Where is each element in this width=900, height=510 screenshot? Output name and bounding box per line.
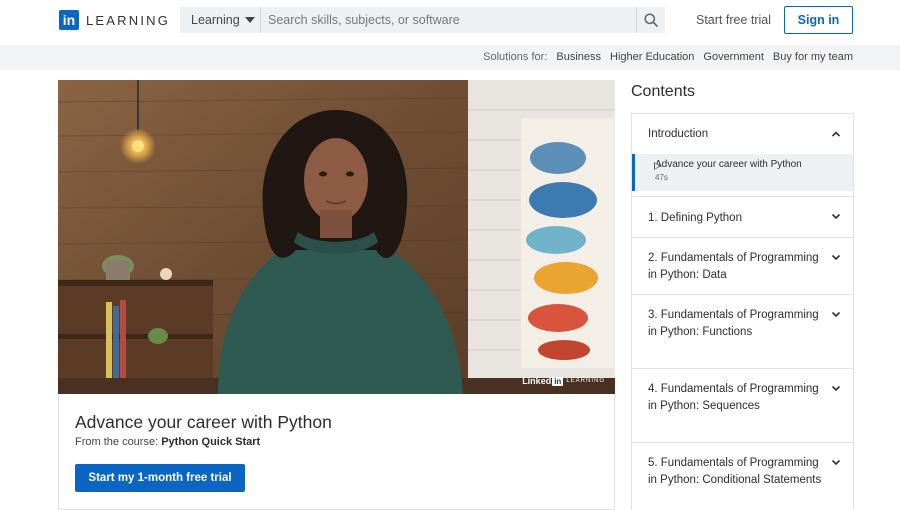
toc-chapter-label: 4. Fundamentals of Programming in Python… xyxy=(648,383,819,412)
solutions-subnav: Solutions for: Business Higher Education… xyxy=(0,45,900,70)
subnav-link-buy-for-my-team[interactable]: Buy for my team xyxy=(773,51,853,63)
toc-video-duration: 47s xyxy=(655,173,668,182)
chevron-down-icon xyxy=(831,311,841,318)
subnav-link-higher-education[interactable]: Higher Education xyxy=(610,51,694,63)
subnav-link-government[interactable]: Government xyxy=(703,51,764,63)
table-of-contents: Introduction Advance your career with Py… xyxy=(631,113,854,510)
course-from-label: From the course: xyxy=(75,436,159,448)
toc-chapter-5[interactable]: 5. Fundamentals of Programming in Python… xyxy=(632,443,853,510)
sign-in-button[interactable]: Sign in xyxy=(784,6,853,34)
toc-chapter-label: 5. Fundamentals of Programming in Python… xyxy=(648,457,822,486)
chevron-down-icon xyxy=(831,385,841,392)
toc-chapter-4[interactable]: 4. Fundamentals of Programming in Python… xyxy=(632,369,853,443)
search-bar: Learning xyxy=(180,7,665,33)
start-free-trial-button[interactable]: Start my 1-month free trial xyxy=(75,464,245,492)
toc-chapter-label: 2. Fundamentals of Programming in Python… xyxy=(648,252,819,281)
start-free-trial-link[interactable]: Start free trial xyxy=(696,13,771,27)
search-category-label: Learning xyxy=(191,13,240,27)
course-info-card: Advance your career with Python From the… xyxy=(58,394,615,510)
toc-chapter-1[interactable]: 1. Defining Python xyxy=(632,197,853,238)
toc-chapter-label: 1. Defining Python xyxy=(648,212,742,224)
watermark-in-icon: in xyxy=(552,376,564,386)
course-name-link[interactable]: Python Quick Start xyxy=(161,436,260,448)
linkedin-learning-logo[interactable]: in LEARNING xyxy=(59,10,170,30)
chevron-down-icon xyxy=(831,254,841,261)
solutions-label: Solutions for: xyxy=(483,51,548,63)
search-button[interactable] xyxy=(636,7,665,33)
toc-chapter-label: 3. Fundamentals of Programming in Python… xyxy=(648,309,819,338)
toc-video-item-active[interactable]: Advance your career with Python 47s xyxy=(632,154,853,191)
toc-section-introduction[interactable]: Introduction xyxy=(632,114,853,154)
video-player[interactable]: Linked in LEARNING xyxy=(58,80,615,394)
chevron-down-icon xyxy=(831,213,841,220)
toc-video-title: Advance your career with Python xyxy=(655,159,802,170)
chevron-down-icon xyxy=(831,459,841,466)
watermark-suffix: LEARNING xyxy=(566,378,605,384)
toc-chapter-2[interactable]: 2. Fundamentals of Programming in Python… xyxy=(632,238,853,295)
course-source: From the course: Python Quick Start xyxy=(75,436,260,448)
logo-text: LEARNING xyxy=(86,12,171,28)
play-icon xyxy=(654,162,661,170)
search-icon xyxy=(644,13,658,27)
linkedin-logo-icon: in xyxy=(59,10,79,30)
top-header: in LEARNING Learning Start free trial Si… xyxy=(0,0,900,45)
caret-down-icon xyxy=(244,17,255,23)
chevron-up-icon xyxy=(831,131,841,137)
search-input[interactable] xyxy=(261,7,636,33)
toc-section-label: Introduction xyxy=(648,128,709,140)
toc-chapter-3[interactable]: 3. Fundamentals of Programming in Python… xyxy=(632,295,853,369)
watermark-text: Linked xyxy=(522,376,552,386)
subnav-link-business[interactable]: Business xyxy=(556,51,601,63)
search-category-dropdown[interactable]: Learning xyxy=(180,7,261,33)
video-title: Advance your career with Python xyxy=(75,412,332,432)
contents-heading: Contents xyxy=(631,83,696,100)
video-watermark: Linked in LEARNING xyxy=(522,376,605,386)
video-frame-image xyxy=(58,80,615,394)
